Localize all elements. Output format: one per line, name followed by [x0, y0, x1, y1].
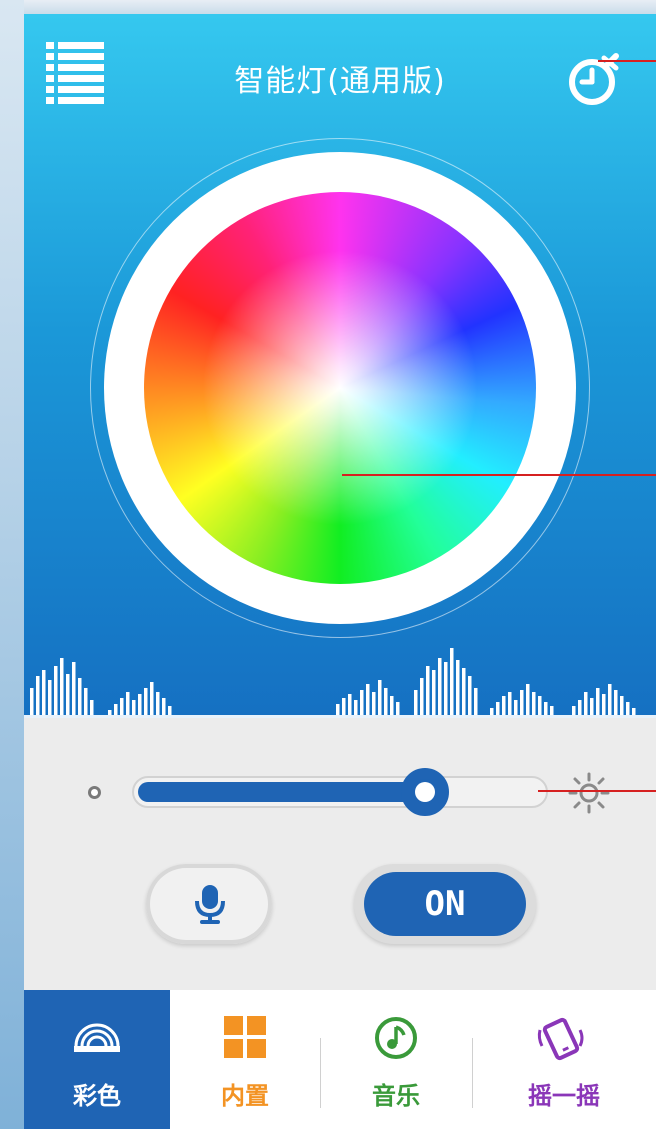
- header-area: 智能灯(通用版): [24, 14, 656, 718]
- window-frame-top: [0, 0, 656, 14]
- app-screen: 智能灯(通用版) ON 彩色 内置 音乐 摇一摇: [24, 14, 656, 1129]
- control-panel: ON: [24, 718, 656, 990]
- microphone-icon: [195, 885, 225, 924]
- tab-music-label: 音乐: [372, 1082, 420, 1110]
- tab-shake[interactable]: 摇一摇: [472, 990, 656, 1129]
- brightness-slider-thumb[interactable]: [400, 768, 449, 816]
- tab-builtin-label: 内置: [221, 1082, 269, 1110]
- shake-phone-icon: [537, 1017, 584, 1061]
- music-note-icon: [375, 1017, 417, 1059]
- tab-shake-label: 摇一摇: [528, 1082, 600, 1110]
- audio-equalizer-graphic: [24, 648, 656, 718]
- rainbow-icon: [74, 1023, 120, 1052]
- dim-dot-icon: [88, 786, 101, 799]
- page-title: 智能灯(通用版): [234, 64, 446, 99]
- tab-music[interactable]: 音乐: [320, 990, 472, 1129]
- tab-color[interactable]: 彩色: [24, 990, 170, 1129]
- annotation-line-timer: [598, 60, 656, 62]
- tab-color-label: 彩色: [73, 1082, 121, 1110]
- voice-control-button[interactable]: [146, 864, 272, 944]
- annotation-line-brightness: [538, 790, 656, 792]
- tab-builtin[interactable]: 内置: [170, 990, 320, 1129]
- brightness-slider-fill: [138, 782, 425, 802]
- annotation-line-color-wheel: [342, 474, 656, 476]
- bottom-tab-bar: 彩色 内置 音乐 摇一摇: [24, 990, 656, 1129]
- grid-icon: [224, 1016, 266, 1058]
- power-toggle-frame: ON: [354, 864, 536, 944]
- sun-icon: [568, 772, 610, 814]
- window-frame-left: [0, 0, 24, 1129]
- power-toggle-button[interactable]: ON: [364, 872, 526, 936]
- color-wheel[interactable]: [144, 192, 536, 584]
